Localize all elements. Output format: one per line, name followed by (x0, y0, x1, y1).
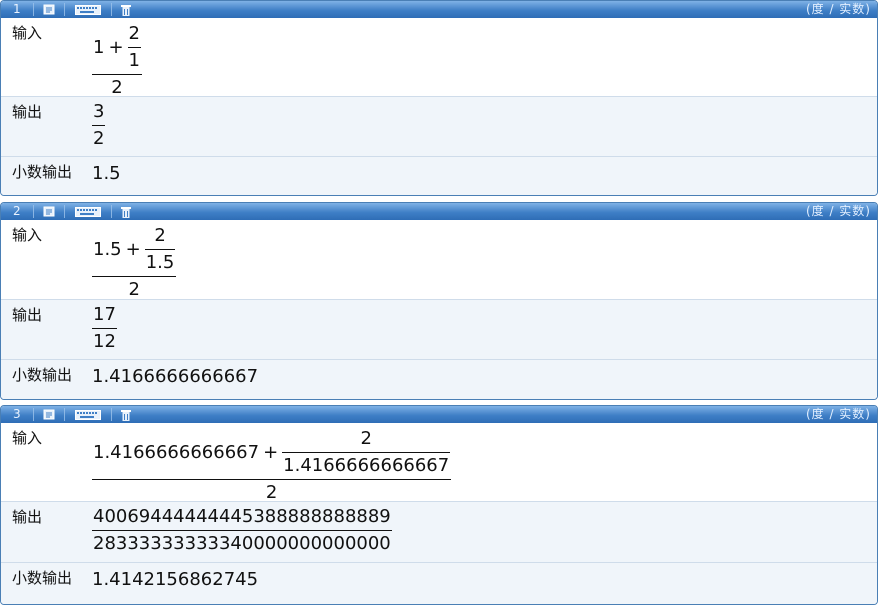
trash-icon[interactable] (112, 406, 140, 423)
decimal-output-label: 小数输出 (12, 366, 73, 384)
angle-mode-toggle[interactable]: (度 / 实数) (806, 406, 871, 423)
keyboard-icon[interactable] (65, 406, 111, 423)
keyboard-icon[interactable] (65, 1, 111, 18)
input-row[interactable]: 输入 1.4166666666667 +2 1.4166666666667 2 (1, 423, 877, 504)
edit-icon[interactable] (34, 406, 64, 423)
cell-header: 1 (度 / 实数) (1, 1, 877, 18)
output-label: 输出 (12, 306, 43, 324)
edit-icon[interactable] (34, 203, 64, 220)
calc-cell-3: 3 (度 / 实数) 输入 1.4166666666667 +2 1.4166666… (0, 405, 878, 605)
keyboard-icon[interactable] (65, 203, 111, 220)
calc-cell-2: 2 (度 / 实数) 输入 1.5 +2 1.5 2 输出 17 12 小数输出… (0, 202, 878, 400)
cell-index: 2 (13, 204, 21, 218)
cell-header: 2 (度 / 实数) (1, 203, 877, 220)
output-label: 输出 (12, 508, 43, 526)
trash-icon[interactable] (112, 1, 140, 18)
input-label: 输入 (12, 226, 43, 244)
input-expression[interactable]: 1.5 +2 1.5 2 (92, 225, 177, 301)
input-label: 输入 (12, 429, 43, 447)
decimal-output-label: 小数输出 (12, 569, 73, 587)
decimal-output-value: 1.5 (92, 163, 121, 184)
decimal-output-label: 小数输出 (12, 163, 73, 181)
decimal-output-row: 小数输出 1.5 (1, 156, 877, 195)
cell-index: 3 (13, 407, 21, 421)
input-expression[interactable]: 1 +2 1 2 (92, 23, 142, 99)
trash-icon[interactable] (112, 203, 140, 220)
decimal-output-row: 小数输出 1.4166666666667 (1, 359, 877, 399)
decimal-output-value: 1.4166666666667 (92, 366, 259, 387)
output-label: 输出 (12, 103, 43, 121)
input-expression[interactable]: 1.4166666666667 +2 1.4166666666667 2 (92, 428, 452, 504)
calc-cell-1: 1 (度 / 实数) 输入 1 +2 1 2 输出 32 小数输出 1.5 (0, 0, 878, 196)
output-fraction: 32 (92, 101, 106, 149)
input-label: 输入 (12, 24, 43, 42)
output-row: 输出 40069444444445388888888889 28333333333… (1, 501, 877, 562)
output-fraction: 40069444444445388888888889 28333333333340… (92, 506, 392, 554)
output-row: 输出 32 (1, 96, 877, 156)
output-row: 输出 17 12 (1, 299, 877, 359)
cell-header: 3 (度 / 实数) (1, 406, 877, 423)
input-row[interactable]: 输入 1 +2 1 2 (1, 18, 877, 99)
output-fraction: 17 12 (92, 304, 117, 352)
angle-mode-toggle[interactable]: (度 / 实数) (806, 203, 871, 220)
decimal-output-value: 1.4142156862745 (92, 569, 259, 590)
cell-index: 1 (13, 2, 21, 16)
decimal-output-row: 小数输出 1.4142156862745 (1, 562, 877, 604)
angle-mode-toggle[interactable]: (度 / 实数) (806, 1, 871, 18)
input-row[interactable]: 输入 1.5 +2 1.5 2 (1, 220, 877, 301)
edit-icon[interactable] (34, 1, 64, 18)
